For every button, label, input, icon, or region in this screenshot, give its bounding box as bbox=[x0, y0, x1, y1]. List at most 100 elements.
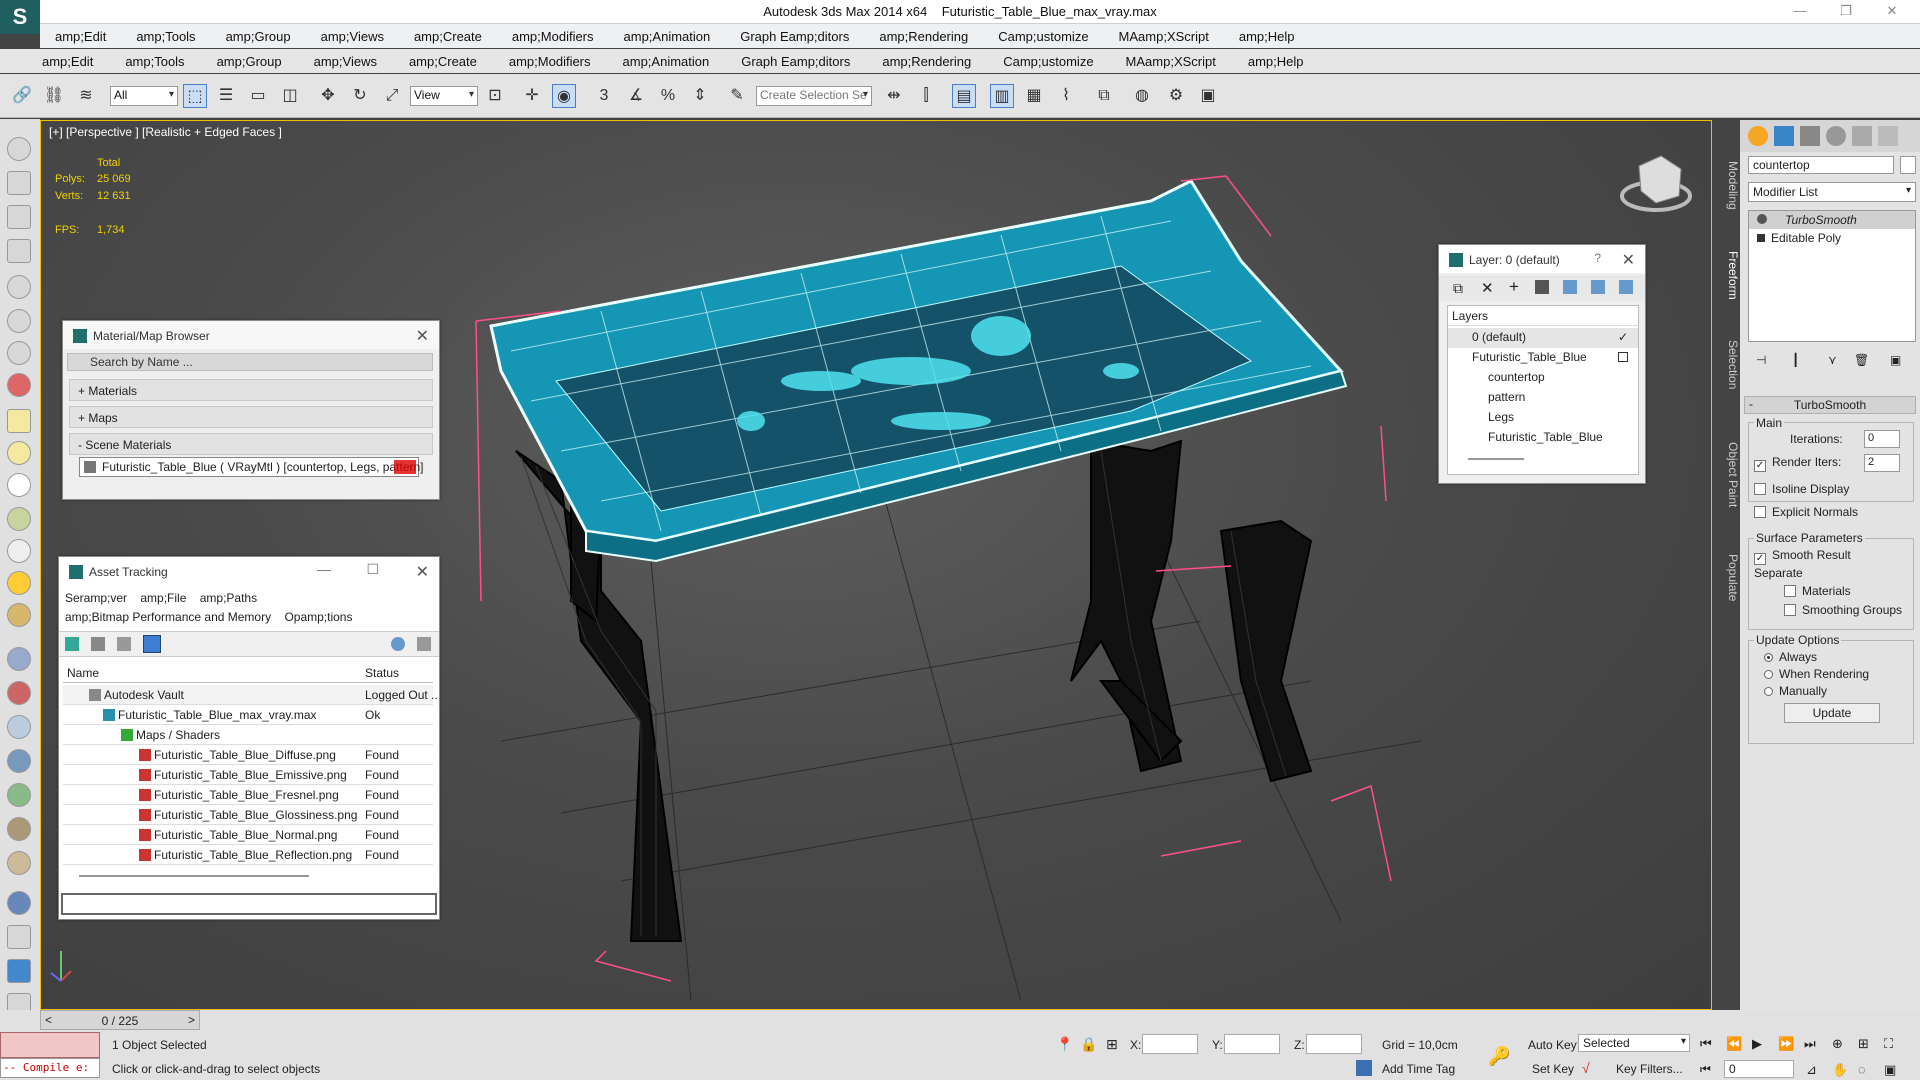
tab-modeling[interactable]: Modeling bbox=[1712, 150, 1740, 220]
layer-item[interactable]: Futuristic_Table_Blue bbox=[1448, 428, 1638, 448]
stack-item-editable-poly[interactable]: Editable Poly bbox=[1749, 229, 1915, 247]
close-icon[interactable]: ✕ bbox=[416, 326, 429, 346]
shell-tool-icon[interactable] bbox=[7, 851, 31, 875]
rect-selection-icon[interactable]: ▭ bbox=[246, 84, 270, 108]
unlink-icon[interactable]: ⛓ bbox=[42, 84, 66, 108]
render-iters-row[interactable]: ✓ Render Iters: bbox=[1754, 455, 1841, 472]
bind-spacewarp-icon[interactable]: ≋ bbox=[74, 84, 98, 108]
remove-modifier-icon[interactable]: 🗑 bbox=[1854, 353, 1869, 367]
tab-object-paint[interactable]: Object Paint bbox=[1712, 430, 1740, 520]
render-iters-checkbox[interactable]: ✓ bbox=[1754, 460, 1766, 472]
zoom-extents-icon[interactable]: ⛶ bbox=[1884, 1036, 1893, 1052]
z-coordinate-field[interactable] bbox=[1306, 1034, 1362, 1054]
highlight-layer-icon[interactable] bbox=[1563, 280, 1577, 294]
schematic-view-icon[interactable]: ⧉ bbox=[1092, 84, 1116, 108]
set-key-button[interactable]: Set Key bbox=[1532, 1062, 1574, 1076]
maxscript-listener[interactable] bbox=[0, 1032, 100, 1058]
grid-tool-icon[interactable] bbox=[7, 239, 31, 263]
maximize-viewport-icon[interactable]: ▣ bbox=[1884, 1062, 1896, 1078]
zoom-icon[interactable]: ⊕ bbox=[1832, 1036, 1843, 1052]
asset-tracking-titlebar[interactable]: Asset Tracking — ☐ ✕ bbox=[59, 557, 439, 585]
display-tab-icon[interactable] bbox=[1852, 126, 1872, 146]
layer-item[interactable]: Legs bbox=[1448, 408, 1638, 428]
tab-selection[interactable]: Selection bbox=[1712, 335, 1740, 395]
menu-server[interactable]: Seramp;ver bbox=[65, 591, 127, 605]
menu-views[interactable]: amp;Views bbox=[298, 54, 393, 69]
close-icon[interactable]: ✕ bbox=[1622, 250, 1635, 270]
menu-customize[interactable]: Camp;ustomize bbox=[987, 54, 1109, 69]
modify-tab-icon[interactable] bbox=[1774, 126, 1794, 146]
scale-icon[interactable]: ⤢ bbox=[380, 84, 404, 108]
hide-all-icon[interactable] bbox=[1591, 280, 1605, 294]
menu-graph-editors[interactable]: Graph Eamp;ditors bbox=[725, 54, 866, 69]
isoline-display-row[interactable]: Isoline Display bbox=[1754, 482, 1849, 496]
align-icon[interactable]: ⫿ bbox=[914, 84, 938, 108]
select-manipulate-icon[interactable]: ✛ bbox=[520, 84, 544, 108]
dome-tool-icon[interactable] bbox=[7, 441, 31, 465]
time-next-icon[interactable]: > bbox=[188, 1013, 195, 1027]
menu-animation[interactable]: amp;Animation bbox=[607, 54, 726, 69]
material-browser-titlebar[interactable]: Material/Map Browser ✕ bbox=[63, 321, 439, 349]
pin-stack-icon[interactable]: ⊣ bbox=[1756, 353, 1766, 367]
menu-tools[interactable]: amp;Tools bbox=[109, 54, 200, 69]
turbosmooth-rollout-header[interactable]: TurboSmooth - bbox=[1744, 396, 1916, 414]
curve-editor-icon[interactable]: ⌇ bbox=[1054, 84, 1078, 108]
always-row[interactable]: Always bbox=[1764, 650, 1817, 664]
menu-create[interactable]: amp;Create bbox=[399, 29, 497, 44]
goto-end-icon[interactable]: ⏭ bbox=[1804, 1036, 1816, 1052]
new-layer-icon[interactable]: ⧉ bbox=[1453, 280, 1463, 297]
isolate-icon[interactable]: 📍 bbox=[1056, 1036, 1073, 1053]
move-icon[interactable]: ✥ bbox=[316, 84, 340, 108]
table-row[interactable]: Futuristic_Table_Blue_Diffuse.png Found bbox=[63, 745, 433, 765]
edit-named-selection-icon[interactable]: ✎ bbox=[725, 84, 749, 108]
window-crossing-icon[interactable]: ◫ bbox=[278, 84, 302, 108]
mesh-tool-icon[interactable] bbox=[7, 715, 31, 739]
maximize-icon[interactable]: ☐ bbox=[366, 561, 379, 578]
maps-section[interactable]: + Maps bbox=[69, 406, 433, 428]
next-frame-icon[interactable]: ⏩ bbox=[1778, 1036, 1794, 1052]
menu-modifiers[interactable]: amp;Modifiers bbox=[493, 54, 607, 69]
spinner-snap-icon[interactable]: ⇕ bbox=[688, 84, 712, 108]
orb-tool-icon[interactable] bbox=[7, 891, 31, 915]
isoline-checkbox[interactable] bbox=[1754, 483, 1766, 495]
smoothing-groups-checkbox[interactable] bbox=[1784, 604, 1796, 616]
select-object-icon[interactable]: ⬚ bbox=[183, 84, 207, 108]
prev-frame-icon[interactable]: ⏪ bbox=[1726, 1036, 1742, 1052]
menu-maxscript[interactable]: MAamp;XScript bbox=[1110, 54, 1232, 69]
close-button[interactable]: ✕ bbox=[1882, 3, 1902, 19]
current-frame-field[interactable]: 0 bbox=[1724, 1060, 1794, 1078]
viewport-tool-icon[interactable] bbox=[7, 137, 31, 161]
utilities-tab-icon[interactable] bbox=[1878, 126, 1898, 146]
table-row[interactable]: Futuristic_Table_Blue_Normal.png Found bbox=[63, 825, 433, 845]
material-search-input[interactable]: Search by Name ... bbox=[67, 353, 433, 371]
field-of-view-icon[interactable]: ⊿ bbox=[1806, 1062, 1817, 1078]
show-end-result-icon[interactable]: ┃ bbox=[1792, 353, 1799, 367]
zoom-all-icon[interactable]: ⊞ bbox=[1858, 1036, 1869, 1052]
hierarchy-tab-icon[interactable] bbox=[1800, 126, 1820, 146]
explicit-normals-row[interactable]: Explicit Normals bbox=[1754, 505, 1858, 519]
angle-snap-icon[interactable]: ∡ bbox=[624, 84, 648, 108]
menu-animation[interactable]: amp;Animation bbox=[609, 29, 726, 44]
smooth-result-row[interactable]: ✓ Smooth Result bbox=[1754, 548, 1851, 565]
object-name-field[interactable]: countertop bbox=[1748, 156, 1894, 174]
layer-item[interactable]: countertop bbox=[1448, 368, 1638, 388]
smoothing-groups-row[interactable]: Smoothing Groups bbox=[1784, 603, 1902, 617]
layer-explorer-icon[interactable]: ▥ bbox=[990, 84, 1014, 108]
menu-create[interactable]: amp;Create bbox=[393, 54, 493, 69]
maxscript-output[interactable]: -- Compile e: bbox=[0, 1058, 100, 1078]
menu-modifiers[interactable]: amp;Modifiers bbox=[497, 29, 609, 44]
snaps-toggle-icon[interactable]: 3 bbox=[592, 84, 616, 108]
render-setup-icon[interactable]: ⚙ bbox=[1164, 84, 1188, 108]
always-radio[interactable] bbox=[1764, 653, 1773, 662]
smooth-result-checkbox[interactable]: ✓ bbox=[1754, 553, 1766, 565]
maximize-button[interactable]: ❐ bbox=[1836, 3, 1856, 19]
layer-scrollbar[interactable] bbox=[1468, 458, 1524, 460]
make-unique-icon[interactable]: ⋎ bbox=[1828, 353, 1837, 367]
materials-section[interactable]: + Materials bbox=[69, 379, 433, 401]
update-button[interactable]: Update bbox=[1784, 703, 1880, 723]
table-row[interactable]: Maps / Shaders bbox=[63, 725, 433, 745]
selection-filter-dropdown[interactable]: All bbox=[110, 86, 178, 106]
expand-icon[interactable] bbox=[1757, 234, 1765, 242]
scene-material-item[interactable]: Futuristic_Table_Blue ( VRayMtl ) [count… bbox=[79, 457, 424, 477]
explicit-normals-checkbox[interactable] bbox=[1754, 506, 1766, 518]
